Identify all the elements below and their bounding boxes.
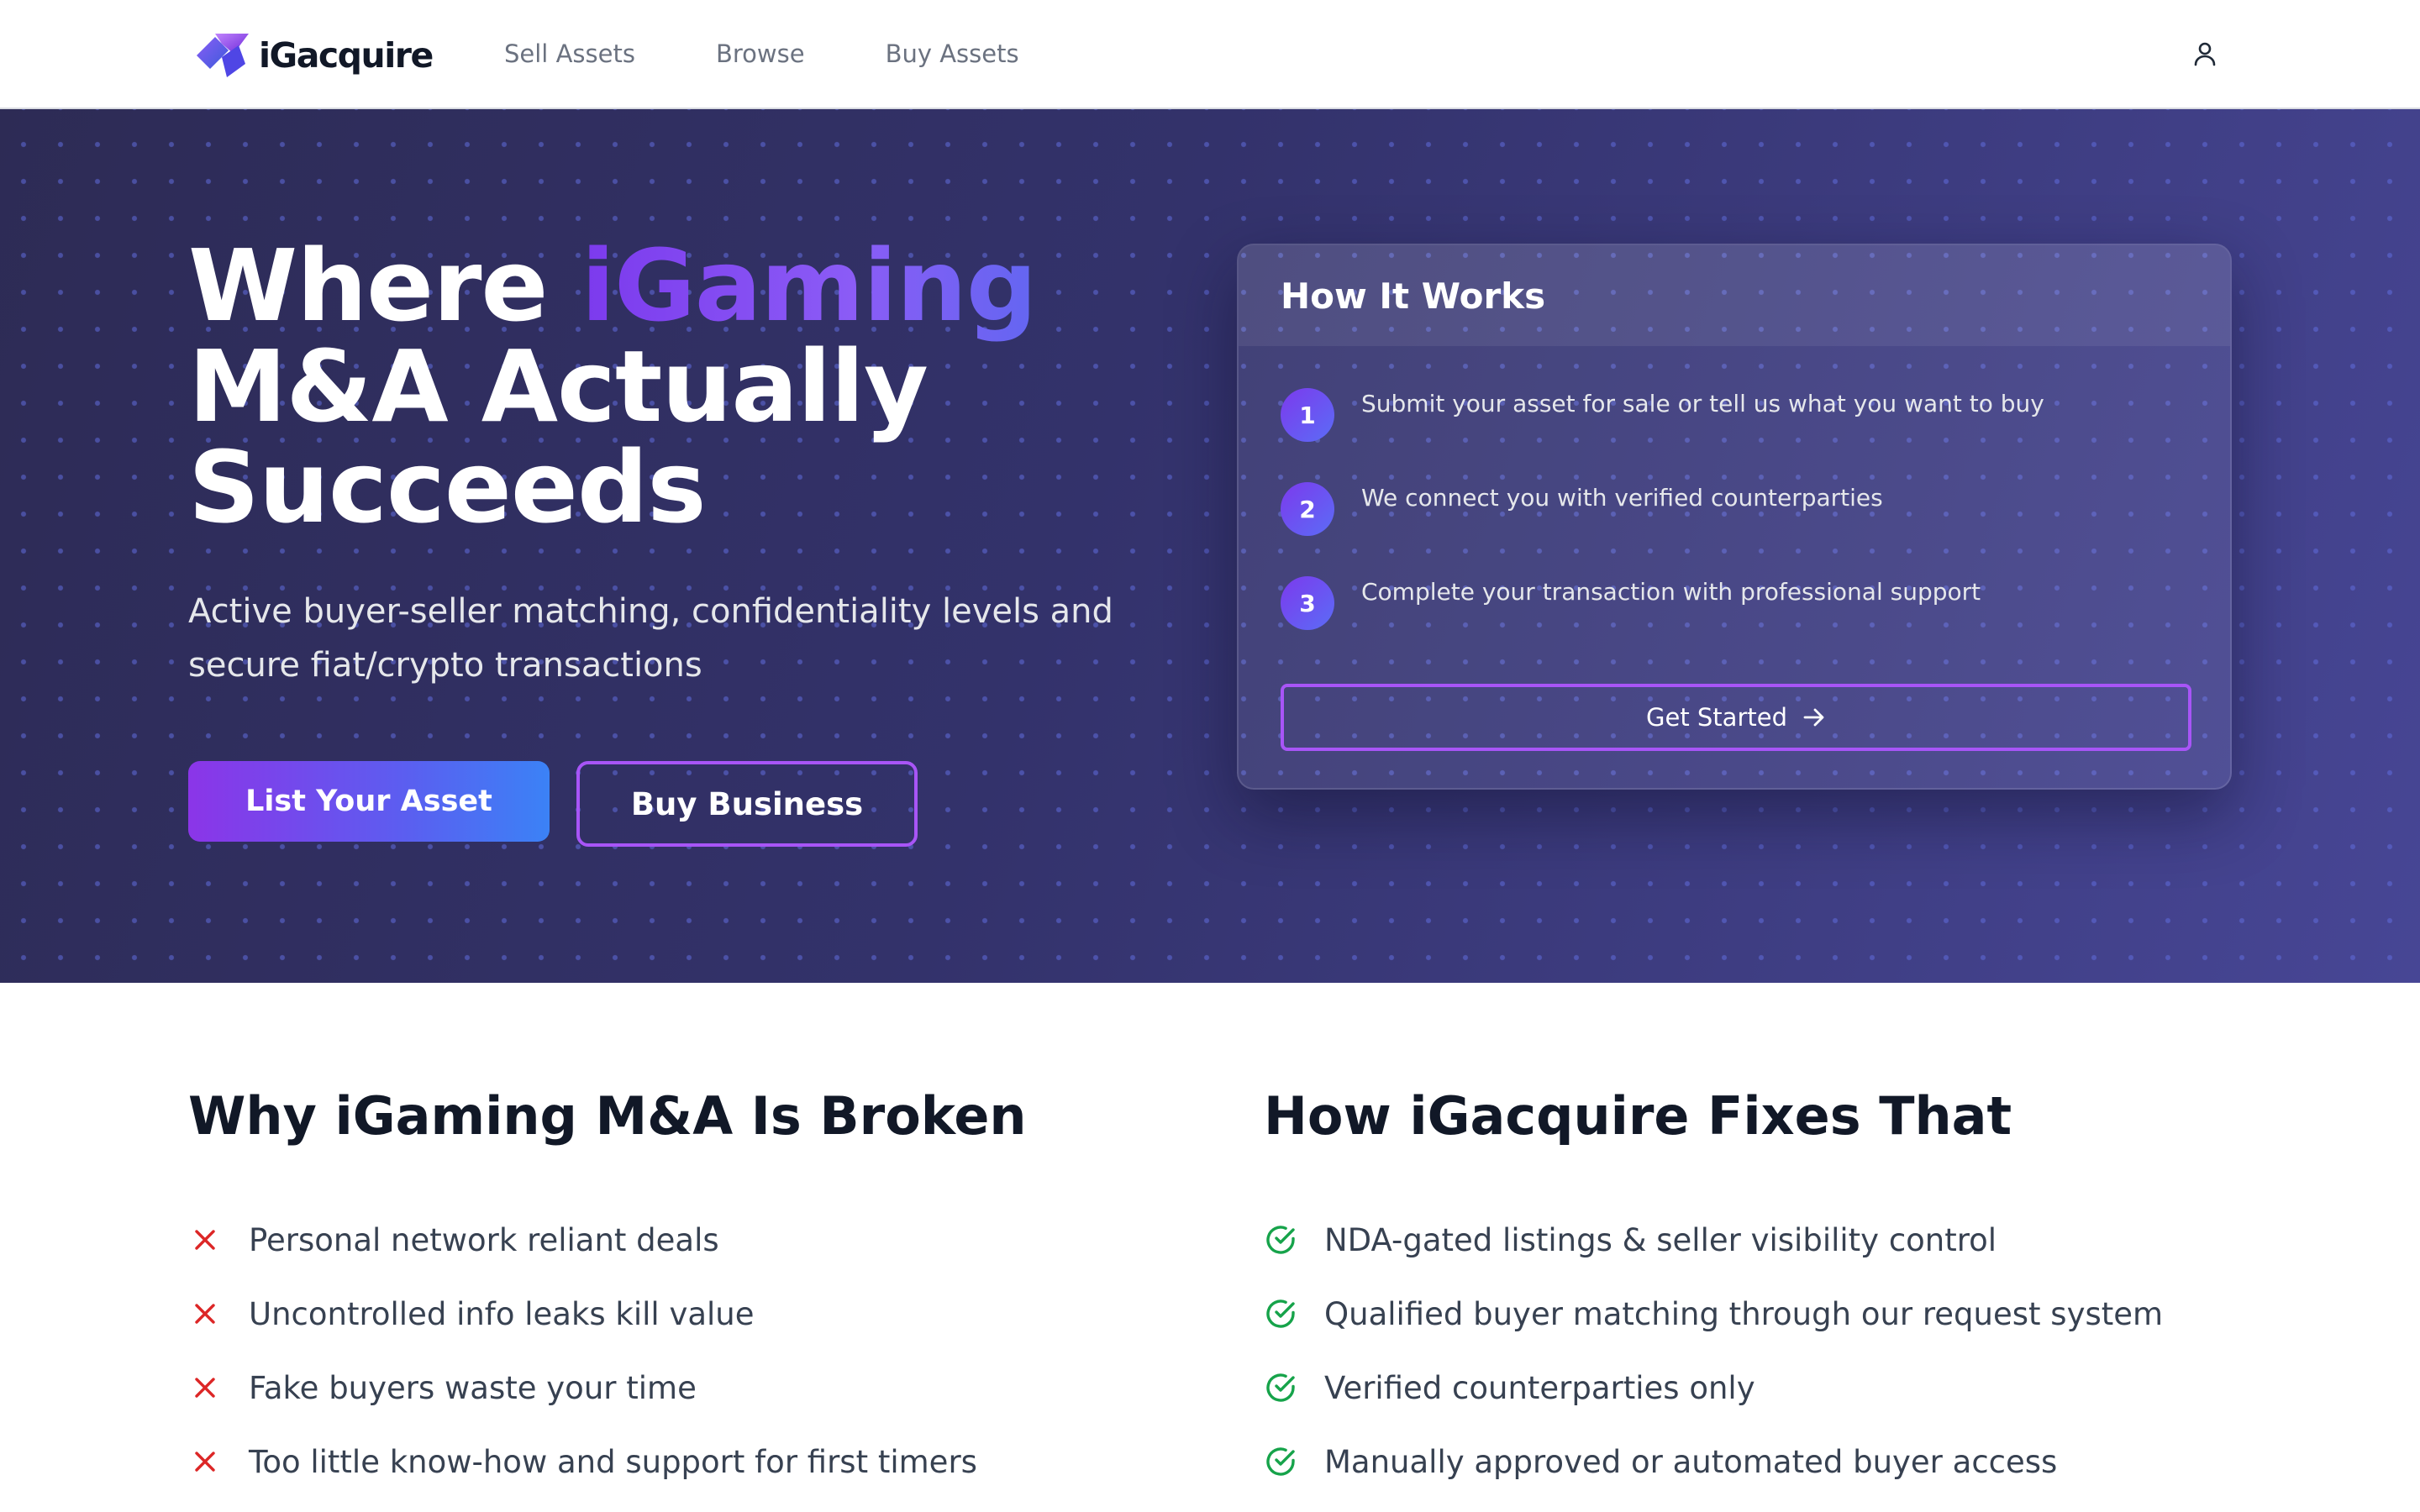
user-icon xyxy=(2194,42,2216,66)
how-it-works-header: How It Works xyxy=(1239,245,2230,346)
hero-title-accent: iGaming xyxy=(581,228,1038,344)
get-started-label: Get Started xyxy=(1646,703,1787,732)
list-item-text: Manually approved or automated buyer acc… xyxy=(1324,1443,2058,1480)
how-it-works-title: How It Works xyxy=(1281,275,1546,317)
step-number: 3 xyxy=(1281,576,1334,630)
list-item-text: Fake buyers waste your time xyxy=(249,1369,697,1406)
list-item-text: Verified counterparties only xyxy=(1324,1369,1755,1406)
list-item: Too little know-how and support for firs… xyxy=(188,1425,977,1499)
list-item: NDA-gated listings & seller visibility c… xyxy=(1264,1203,2163,1277)
step-item: 2 We connect you with verified counterpa… xyxy=(1281,482,1883,536)
fixes-list: NDA-gated listings & seller visibility c… xyxy=(1264,1203,2163,1499)
step-item: 3 Complete your transaction with profess… xyxy=(1281,576,1981,630)
logo-text: iGacquire xyxy=(259,35,434,76)
nav-browse[interactable]: Browse xyxy=(716,39,805,68)
list-item-text: Personal network reliant deals xyxy=(249,1221,719,1258)
x-icon xyxy=(188,1445,222,1478)
hero-title-lead: Where xyxy=(188,228,581,344)
list-item: Manually approved or automated buyer acc… xyxy=(1264,1425,2163,1499)
step-text: Complete your transaction with professio… xyxy=(1361,578,1981,606)
list-item: Fake buyers waste your time xyxy=(188,1351,977,1425)
nav-buy-assets[interactable]: Buy Assets xyxy=(886,39,1019,68)
step-text: Submit your asset for sale or tell us wh… xyxy=(1361,390,2044,417)
list-item-text: Too little know-how and support for firs… xyxy=(249,1443,977,1480)
check-circle-icon xyxy=(1264,1371,1297,1404)
list-item-text: Qualified buyer matching through our req… xyxy=(1324,1295,2164,1332)
list-item: Verified counterparties only xyxy=(1264,1351,2163,1425)
fixes-section-title: How iGacquire Fixes That xyxy=(1264,1085,2012,1147)
get-started-button[interactable]: Get Started xyxy=(1281,684,2191,751)
broken-list: Personal network reliant deals Uncontrol… xyxy=(188,1203,977,1499)
step-text: We connect you with verified counterpart… xyxy=(1361,484,1883,512)
arrow-right-icon xyxy=(1803,708,1824,727)
logo[interactable]: iGacquire xyxy=(197,29,434,82)
check-circle-icon xyxy=(1264,1445,1297,1478)
how-it-works-card: How It Works 1 Submit your asset for sal… xyxy=(1237,244,2232,790)
step-number: 1 xyxy=(1281,388,1334,442)
hero-section: Where iGaming M&A Actually Succeeds Acti… xyxy=(0,109,2420,983)
list-item-text: Uncontrolled info leaks kill value xyxy=(249,1295,755,1332)
hero-title-rest: M&A Actually Succeeds xyxy=(188,328,929,545)
step-number: 2 xyxy=(1281,482,1334,536)
top-navigation-bar: iGacquire Sell Assets Browse Buy Assets xyxy=(0,0,2420,109)
x-icon xyxy=(188,1223,222,1257)
check-circle-icon xyxy=(1264,1297,1297,1331)
list-item: Personal network reliant deals xyxy=(188,1203,977,1277)
logo-mark-icon xyxy=(197,34,249,77)
broken-section-title: Why iGaming M&A Is Broken xyxy=(188,1085,1027,1147)
nav-sell-assets[interactable]: Sell Assets xyxy=(504,39,635,68)
hero-title: Where iGaming M&A Actually Succeeds xyxy=(188,235,1281,538)
buy-business-button[interactable]: Buy Business xyxy=(576,761,918,847)
list-item: Qualified buyer matching through our req… xyxy=(1264,1277,2163,1351)
list-item: Uncontrolled info leaks kill value xyxy=(188,1277,977,1351)
step-item: 1 Submit your asset for sale or tell us … xyxy=(1281,388,2044,442)
list-your-asset-button[interactable]: List Your Asset xyxy=(188,761,550,842)
hero-subtitle: Active buyer-seller matching, confidenti… xyxy=(188,592,1113,685)
x-icon xyxy=(188,1297,222,1331)
user-account-button[interactable] xyxy=(2188,37,2222,71)
x-icon xyxy=(188,1371,222,1404)
main-nav: Sell Assets Browse Buy Assets xyxy=(504,0,1100,108)
list-item-text: NDA-gated listings & seller visibility c… xyxy=(1324,1221,1997,1258)
check-circle-icon xyxy=(1264,1223,1297,1257)
